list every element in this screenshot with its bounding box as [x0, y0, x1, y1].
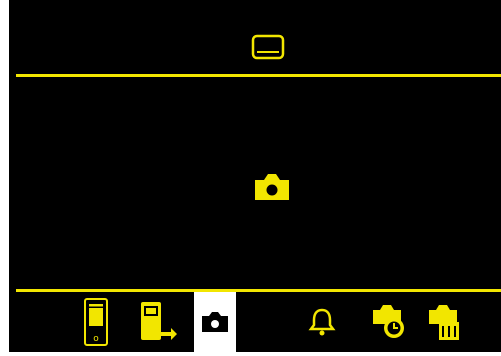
bell-icon — [308, 308, 336, 336]
left-edge — [0, 0, 9, 356]
device-screen: o — [0, 0, 501, 356]
device-export-button[interactable] — [137, 292, 179, 352]
alarm-button[interactable] — [304, 292, 340, 352]
camera-timer-icon — [373, 305, 404, 338]
camera-icon — [255, 174, 289, 200]
timer-capture-button[interactable] — [367, 292, 409, 352]
device-capture-button[interactable]: o — [79, 292, 113, 352]
camera-mode-button[interactable] — [194, 292, 236, 352]
bottom-toolbar: o — [9, 292, 501, 352]
camera-delete-icon — [429, 305, 459, 340]
bottom-edge — [0, 352, 501, 356]
screen-icon[interactable] — [251, 34, 285, 60]
device-export-icon — [141, 302, 177, 340]
header-divider — [16, 74, 501, 77]
svg-text:o: o — [93, 334, 99, 344]
camera-icon — [202, 312, 228, 332]
delete-capture-button[interactable] — [423, 292, 465, 352]
device-capture-icon: o — [84, 298, 108, 346]
